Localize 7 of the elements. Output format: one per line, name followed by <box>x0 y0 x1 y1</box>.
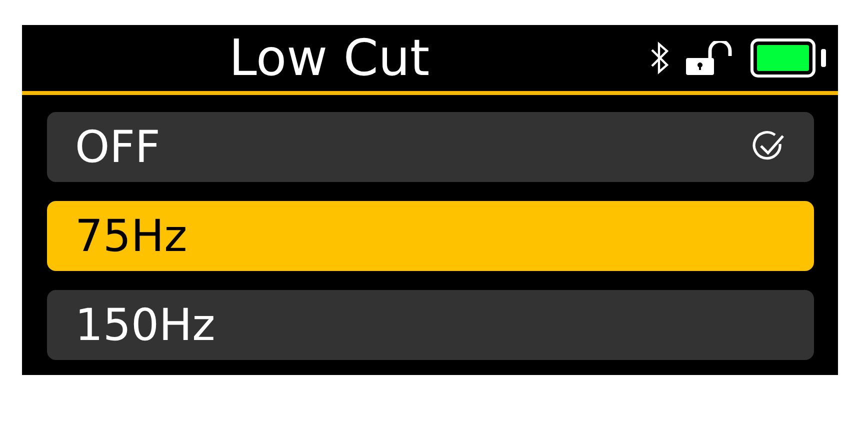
option-item[interactable]: 150Hz <box>47 290 814 360</box>
unlocked-padlock-icon <box>686 41 734 75</box>
battery-icon <box>750 38 828 78</box>
option-item[interactable]: 75Hz <box>47 201 814 271</box>
screen-title: Low Cut <box>229 28 430 88</box>
option-item[interactable]: OFF <box>47 112 814 182</box>
bluetooth-icon <box>650 41 670 75</box>
